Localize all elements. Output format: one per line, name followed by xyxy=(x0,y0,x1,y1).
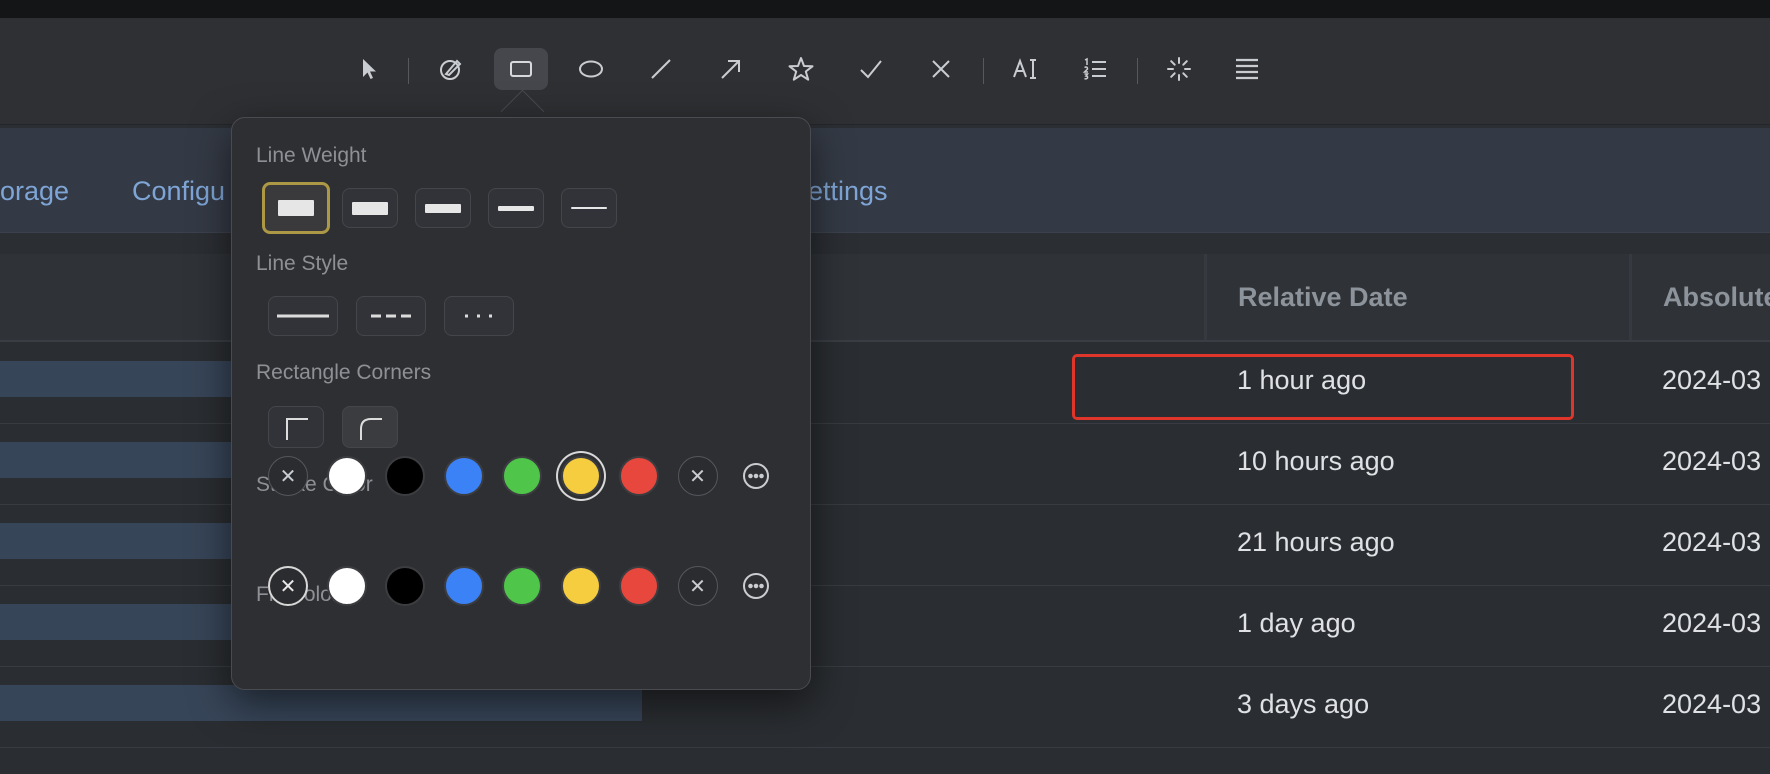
fill-color-swatch[interactable] xyxy=(385,566,425,606)
square-corners-icon[interactable] xyxy=(268,406,324,448)
red-rectangle-annotation[interactable] xyxy=(1072,354,1574,420)
row-progress-bar xyxy=(0,442,240,478)
relative-date-cell: 3 days ago xyxy=(1237,689,1370,719)
line-weight-option-5[interactable] xyxy=(561,188,617,228)
fill-color-swatch[interactable] xyxy=(619,566,659,606)
absolute-date-cell: 2024-03 xyxy=(1662,527,1762,557)
checkmark-icon[interactable] xyxy=(844,48,898,90)
row-progress-bar xyxy=(0,604,240,640)
stroke-color-swatch[interactable] xyxy=(385,456,425,496)
toolbar-separator xyxy=(408,58,409,84)
x-mark-icon[interactable] xyxy=(914,48,968,90)
line-weight-option-4[interactable] xyxy=(488,188,544,228)
fill-no-color-swatch[interactable]: ✕ xyxy=(677,566,718,606)
select-arrow-icon[interactable] xyxy=(341,48,395,90)
line-weight-label: Line Weight xyxy=(256,144,367,167)
absolute-date-cell: 2024-03 xyxy=(1662,689,1762,719)
stroke-color-swatch[interactable] xyxy=(443,456,484,496)
row-progress-bar xyxy=(0,685,642,721)
stroke-color-swatch[interactable] xyxy=(560,456,601,496)
stroke-no-color-swatch[interactable]: ✕ xyxy=(677,456,718,496)
fill-color-swatch[interactable] xyxy=(560,566,601,606)
numbered-list-icon[interactable] xyxy=(1068,48,1122,90)
stroke-color-swatch[interactable] xyxy=(619,456,659,496)
shape-style-popover: Line Weight Line Style Rectangle Corners… xyxy=(231,117,811,690)
stroke-color-swatch[interactable] xyxy=(326,456,367,496)
nav-link-storage[interactable]: orage xyxy=(0,176,69,207)
nav-link-settings[interactable]: ettings xyxy=(808,176,888,207)
stroke-color-swatch[interactable] xyxy=(502,456,542,496)
star-icon[interactable] xyxy=(774,48,828,90)
ellipse-icon[interactable] xyxy=(564,48,618,90)
stroke-no-color-swatch[interactable]: ✕ xyxy=(268,456,308,496)
row-progress-bar xyxy=(0,361,240,397)
highlighter-icon[interactable] xyxy=(424,48,478,90)
line-style-dashed[interactable] xyxy=(356,296,426,336)
relative-date-cell: 21 hours ago xyxy=(1237,527,1395,557)
column-divider xyxy=(1629,254,1632,340)
rounded-corners-icon[interactable] xyxy=(342,406,398,448)
line-style-dotted[interactable] xyxy=(444,296,514,336)
text-icon[interactable] xyxy=(998,48,1052,90)
fill-color-swatch[interactable] xyxy=(502,566,542,606)
absolute-date-cell: 2024-03 xyxy=(1662,446,1762,476)
nav-link-configuration[interactable]: Configu xyxy=(132,176,225,207)
toolbar-separator xyxy=(1137,58,1138,84)
line-style-label: Line Style xyxy=(256,252,349,275)
fill-color-swatch[interactable] xyxy=(326,566,367,606)
absolute-date-cell: 2024-03 xyxy=(1662,365,1762,395)
line-icon[interactable] xyxy=(634,48,688,90)
fill-color-swatch[interactable] xyxy=(443,566,484,606)
relative-date-cell: 1 day ago xyxy=(1237,608,1356,638)
rectangle-icon[interactable] xyxy=(494,48,548,90)
column-header-absolute-date[interactable]: Absolute xyxy=(1663,282,1770,313)
line-weight-option-1[interactable] xyxy=(262,182,330,234)
line-style-solid[interactable] xyxy=(268,296,338,336)
more-colors-icon[interactable] xyxy=(736,566,776,606)
window-top-strip xyxy=(0,0,1770,18)
absolute-date-cell: 2024-03 xyxy=(1662,608,1762,638)
line-weight-option-2[interactable] xyxy=(342,188,398,228)
relative-date-cell: 10 hours ago xyxy=(1237,446,1395,476)
line-weight-option-3[interactable] xyxy=(415,188,471,228)
arrow-icon[interactable] xyxy=(704,48,758,90)
fill-no-color-swatch[interactable]: ✕ xyxy=(268,566,308,606)
toolbar-separator xyxy=(983,58,984,84)
row-progress-bar xyxy=(0,523,240,559)
menu-lines-icon[interactable] xyxy=(1220,48,1274,90)
column-header-relative-date[interactable]: Relative Date xyxy=(1238,282,1408,313)
rectangle-corners-label: Rectangle Corners xyxy=(256,361,432,384)
more-colors-icon[interactable] xyxy=(736,456,776,496)
loading-spinner-icon[interactable] xyxy=(1152,48,1206,90)
column-divider xyxy=(1204,254,1207,340)
annotation-toolbar xyxy=(0,18,1770,125)
